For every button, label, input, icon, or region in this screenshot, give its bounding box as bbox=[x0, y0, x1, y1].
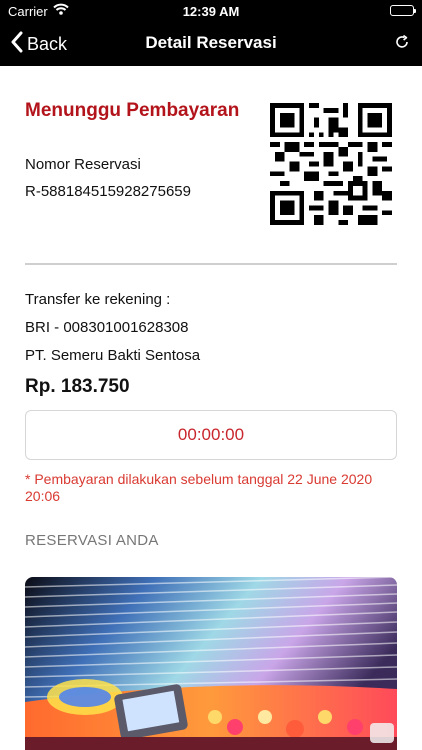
bank-account: BRI - 008301001628308 bbox=[25, 319, 189, 336]
qr-code bbox=[270, 103, 392, 225]
navigation-bar: Back Detail Reservasi bbox=[0, 22, 422, 66]
reservation-number: R-588184515928275659 bbox=[25, 183, 191, 200]
clock: 12:39 AM bbox=[182, 4, 240, 19]
payment-status: Menunggu Pembayaran bbox=[25, 100, 240, 121]
battery-icon bbox=[390, 5, 416, 16]
status-bar: Carrier 12:39 AM bbox=[0, 0, 422, 22]
divider bbox=[25, 263, 397, 265]
reservation-number-label: Nomor Reservasi bbox=[25, 156, 141, 173]
account-holder: PT. Semeru Bakti Sentosa bbox=[25, 347, 201, 364]
page-title: Detail Reservasi bbox=[145, 33, 277, 52]
top-bar: Carrier 12:39 AM Back Detail Reservasi bbox=[0, 0, 422, 66]
venue-photo bbox=[25, 577, 397, 750]
refresh-button[interactable] bbox=[394, 34, 410, 55]
section-title: RESERVASI ANDA bbox=[25, 532, 159, 549]
payment-deadline-note: * Pembayaran dilakukan sebelum tanggal 2… bbox=[25, 471, 373, 504]
payment-amount: Rp. 183.750 bbox=[25, 376, 130, 397]
reservation-card-image[interactable] bbox=[25, 577, 397, 750]
transfer-label: Transfer ke rekening : bbox=[25, 291, 171, 308]
refresh-icon bbox=[394, 34, 410, 54]
countdown-timer: 00:00:00 bbox=[25, 410, 397, 460]
